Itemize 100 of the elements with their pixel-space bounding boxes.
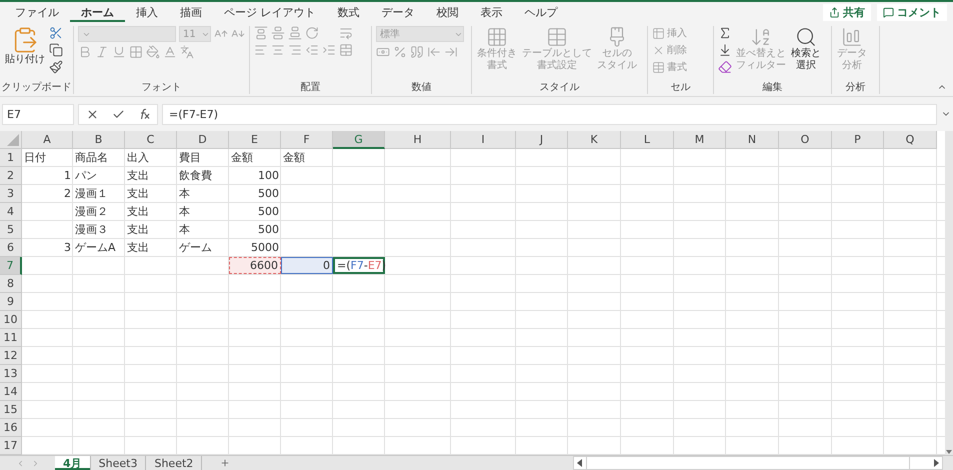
row-header[interactable]: 3 xyxy=(0,185,22,203)
group-label: 分析 xyxy=(846,80,866,94)
column-header[interactable]: F xyxy=(281,131,333,149)
sheet-tab[interactable]: 4月 xyxy=(55,456,91,470)
column-header[interactable]: L xyxy=(621,131,674,149)
column-header[interactable]: C xyxy=(125,131,177,149)
table-cell-text: 出入 xyxy=(126,150,150,166)
table-cell-text: 支出 xyxy=(126,204,150,220)
sort-icon xyxy=(750,26,772,48)
table-cell: 0 xyxy=(281,257,333,274)
chart-icon xyxy=(841,26,863,48)
table-cell-text: 漫画２ xyxy=(74,204,109,220)
group-label: クリップボード xyxy=(2,80,72,94)
table-cell-text: 3 xyxy=(63,240,72,256)
wrap-text-icon[interactable] xyxy=(339,26,353,40)
row-header[interactable]: 17 xyxy=(0,437,22,455)
ribbon-button[interactable]: 検索と 選択 xyxy=(790,26,822,72)
copy-icon[interactable] xyxy=(49,43,63,57)
sum-icon[interactable] xyxy=(718,26,732,40)
column-header[interactable]: E xyxy=(229,131,281,149)
row-header[interactable]: 2 xyxy=(0,167,22,185)
menu-tab[interactable]: ヘルプ xyxy=(514,2,568,22)
table-cell-text: 飲食費 xyxy=(178,168,213,184)
merge-cells-icon[interactable] xyxy=(339,43,353,57)
row-header[interactable]: 1 xyxy=(0,149,22,167)
column-header[interactable]: B xyxy=(73,131,125,149)
row-header[interactable]: 14 xyxy=(0,383,22,401)
column-header[interactable]: H xyxy=(385,131,451,149)
menu-tab[interactable]: ファイル xyxy=(4,2,70,22)
search-icon xyxy=(795,26,817,48)
group-label: 配置 xyxy=(300,80,320,94)
row-header[interactable]: 10 xyxy=(0,311,22,329)
cancel-icon[interactable] xyxy=(86,108,99,120)
fill-down-icon[interactable] xyxy=(718,43,732,57)
table-icon xyxy=(546,26,568,48)
function-icon[interactable] xyxy=(138,108,150,120)
menu-tab[interactable]: 数式 xyxy=(326,2,370,22)
menu-tab[interactable]: 挿入 xyxy=(125,2,169,22)
row-header[interactable]: 12 xyxy=(0,347,22,365)
menu-tab[interactable]: データ xyxy=(370,2,426,22)
menu-tab[interactable]: ページ レイアウト xyxy=(213,2,326,22)
menu-tab[interactable]: ホーム xyxy=(70,2,125,22)
column-header[interactable]: A xyxy=(22,131,73,149)
column-header[interactable]: M xyxy=(674,131,726,149)
column-header[interactable]: O xyxy=(779,131,832,149)
name-box[interactable]: E7 xyxy=(2,104,74,124)
share-icon xyxy=(829,6,840,18)
sheet-tab[interactable]: Sheet2 xyxy=(146,456,202,470)
column-header[interactable]: Q xyxy=(884,131,937,149)
vertical-scrollbar[interactable] xyxy=(945,131,953,455)
row-header[interactable]: 15 xyxy=(0,401,22,419)
column-header[interactable]: K xyxy=(568,131,621,149)
scissors-icon[interactable] xyxy=(49,26,63,40)
formula-input[interactable]: =(F7-E7) xyxy=(162,104,937,124)
table-cell-text: 漫画１ xyxy=(74,186,109,202)
column-header[interactable]: P xyxy=(832,131,884,149)
column-header[interactable]: G xyxy=(333,131,385,149)
group-label: スタイル xyxy=(540,81,580,94)
check-icon[interactable] xyxy=(112,108,125,120)
row-header[interactable]: 8 xyxy=(0,275,22,293)
row-header[interactable]: 7 xyxy=(0,257,22,275)
ribbon-button[interactable]: 貼り付け xyxy=(4,26,46,66)
table-cell-text: 金額 xyxy=(282,150,306,166)
menu-tab[interactable]: 描画 xyxy=(169,2,213,22)
format-table-icon xyxy=(652,60,665,74)
eraser-icon[interactable] xyxy=(718,60,732,74)
select-all-icon[interactable] xyxy=(7,134,19,146)
horizontal-scrollbar[interactable] xyxy=(573,456,943,470)
table-cell-text: 2 xyxy=(63,186,72,202)
brush-icon[interactable] xyxy=(49,60,63,74)
column-header[interactable]: J xyxy=(516,131,568,149)
menu-tab[interactable]: 表示 xyxy=(470,2,514,22)
table-cell-text: 支出 xyxy=(126,222,150,238)
group-label: セル xyxy=(670,81,690,94)
table-cell-text: 支出 xyxy=(126,240,150,256)
table-cell: 6600 xyxy=(229,257,281,274)
table-cell-text: 500 xyxy=(257,204,280,220)
row-header[interactable]: 5 xyxy=(0,221,22,239)
row-header[interactable]: 4 xyxy=(0,203,22,221)
table-cell-text: 本 xyxy=(178,222,191,238)
column-header[interactable]: N xyxy=(726,131,779,149)
editing-cell[interactable]: =(F7-E7) xyxy=(333,257,385,274)
table-cell-text: 本 xyxy=(178,186,191,202)
row-header[interactable]: 13 xyxy=(0,365,22,383)
row-header[interactable]: 9 xyxy=(0,293,22,311)
row-header[interactable]: 16 xyxy=(0,419,22,437)
group-label: 編集 xyxy=(762,81,782,94)
table-cell-text: 5000 xyxy=(250,240,280,256)
table-cell-text: 支出 xyxy=(126,168,150,184)
group-label: フォント xyxy=(142,81,182,94)
comment-button[interactable]: コメント xyxy=(877,4,947,20)
table-cell-text: ゲーム xyxy=(178,240,213,256)
share-button[interactable]: 共有 xyxy=(823,4,871,20)
column-header[interactable]: D xyxy=(177,131,229,149)
sheet-tab[interactable]: Sheet3 xyxy=(90,456,146,470)
row-header[interactable]: 11 xyxy=(0,329,22,347)
row-header[interactable]: 6 xyxy=(0,239,22,257)
column-header[interactable]: I xyxy=(451,131,516,149)
table-cell-text: 500 xyxy=(257,222,280,238)
menu-tab[interactable]: 校閲 xyxy=(426,2,470,22)
